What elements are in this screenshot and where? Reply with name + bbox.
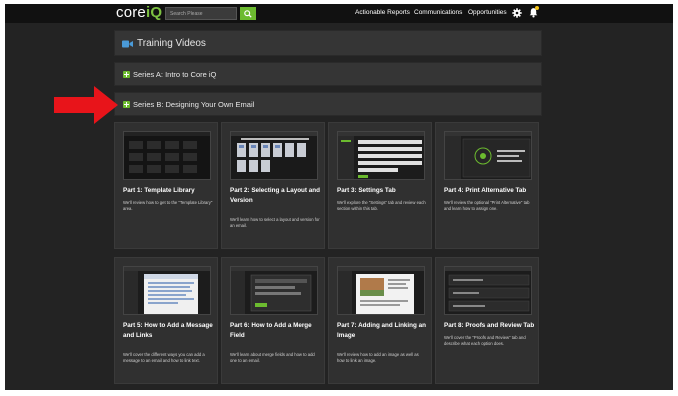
video-card-part-1[interactable]: Part 1: Template Library We'll review ho… — [114, 122, 218, 249]
expand-plus-icon[interactable] — [123, 71, 130, 78]
video-thumbnail[interactable] — [230, 131, 318, 180]
core-iq-logo[interactable]: coreiQ — [116, 5, 162, 21]
card-title[interactable]: Part 6: How to Add a Merge Field — [230, 321, 322, 341]
logo-accent-text: iQ — [145, 4, 163, 21]
video-thumbnail[interactable] — [444, 131, 532, 180]
video-card-part-7[interactable]: Part 7: Adding and Linking an Image We'l… — [328, 257, 432, 384]
logo-text: core — [116, 4, 146, 21]
expand-plus-icon[interactable] — [123, 101, 130, 108]
search-button[interactable] — [240, 7, 256, 20]
video-thumbnail[interactable] — [444, 266, 532, 315]
merge-field-screenshot — [231, 267, 317, 314]
nav-actionable-reports[interactable]: Actionable Reports — [355, 9, 410, 16]
nav-opportunities[interactable]: Opportunities — [468, 9, 507, 16]
settings-tab-screenshot — [338, 132, 424, 179]
card-title[interactable]: Part 2: Selecting a Layout and Version — [230, 186, 322, 206]
card-title[interactable]: Part 3: Settings Tab — [337, 186, 429, 196]
video-card-part-2[interactable]: Part 2: Selecting a Layout and Version W… — [221, 122, 325, 249]
series-a-label[interactable]: Series A: Intro to Core iQ — [133, 70, 216, 79]
app-frame: coreiQ Actionable Reports Communications… — [5, 4, 673, 390]
series-a-panel[interactable]: Series A: Intro to Core iQ — [114, 62, 542, 86]
series-b-panel[interactable]: Series B: Designing Your Own Email — [114, 92, 542, 116]
card-title[interactable]: Part 4: Print Alternative Tab — [444, 186, 536, 196]
gear-icon[interactable] — [512, 8, 522, 18]
video-card-part-4[interactable]: Part 4: Print Alternative Tab We'll revi… — [435, 122, 539, 249]
card-description: We'll cover the "Proofs and Review" tab … — [444, 335, 526, 346]
video-thumbnail[interactable] — [337, 131, 425, 180]
search-icon — [244, 9, 252, 18]
video-thumbnail[interactable] — [230, 266, 318, 315]
video-camera-icon — [122, 40, 133, 48]
training-videos-title: Training Videos — [137, 38, 206, 49]
card-description: We'll cover the different ways you can a… — [123, 352, 205, 363]
video-card-part-8[interactable]: Part 8: Proofs and Review Tab We'll cove… — [435, 257, 539, 384]
template-library-screenshot — [124, 132, 210, 179]
add-message-screenshot — [124, 267, 210, 314]
card-description: We'll learn how to select a layout and v… — [230, 217, 320, 228]
card-description: We'll learn about merge fields and how t… — [230, 352, 315, 363]
proofs-review-screenshot — [445, 267, 531, 314]
card-description: We'll review the optional "Print Alterna… — [444, 200, 530, 211]
video-card-part-3[interactable]: Part 3: Settings Tab We'll explore the "… — [328, 122, 432, 249]
layout-selection-screenshot — [231, 132, 317, 179]
card-title[interactable]: Part 7: Adding and Linking an Image — [337, 321, 429, 341]
nav-communications[interactable]: Communications — [414, 9, 462, 16]
print-alternative-screenshot — [445, 132, 531, 179]
video-card-part-5[interactable]: Part 5: How to Add a Message and Links W… — [114, 257, 218, 384]
card-title[interactable]: Part 1: Template Library — [123, 186, 215, 196]
training-videos-panel: Training Videos — [114, 30, 542, 56]
card-description: We'll explore the "Settings" tab and rev… — [337, 200, 426, 211]
video-thumbnail[interactable] — [337, 266, 425, 315]
series-b-label[interactable]: Series B: Designing Your Own Email — [133, 100, 254, 109]
top-navigation-bar: coreiQ Actionable Reports Communications… — [5, 4, 673, 23]
video-thumbnail[interactable] — [123, 266, 211, 315]
card-description: We'll review how to get to the "Template… — [123, 200, 213, 211]
card-title[interactable]: Part 5: How to Add a Message and Links — [123, 321, 215, 341]
red-arrow-annotation — [54, 86, 118, 124]
linking-image-screenshot — [338, 267, 424, 314]
video-card-part-6[interactable]: Part 6: How to Add a Merge Field We'll l… — [221, 257, 325, 384]
notification-badge — [535, 6, 539, 10]
search-input[interactable] — [165, 7, 237, 20]
video-thumbnail[interactable] — [123, 131, 211, 180]
card-description: We'll review how to add an image as well… — [337, 352, 419, 363]
card-title[interactable]: Part 8: Proofs and Review Tab — [444, 321, 536, 331]
